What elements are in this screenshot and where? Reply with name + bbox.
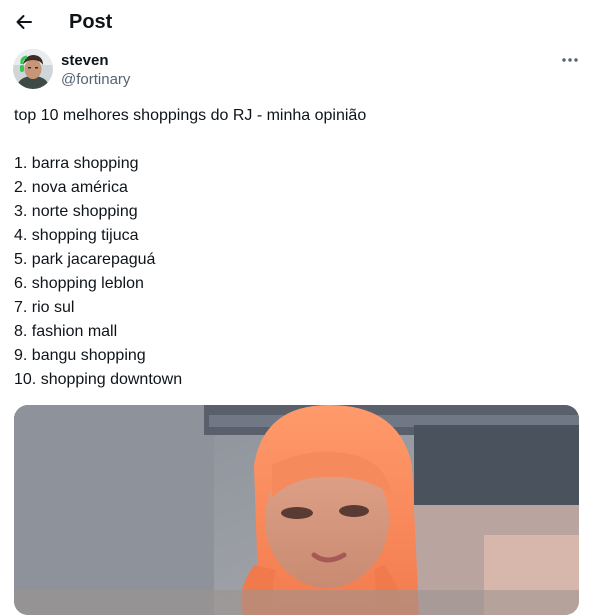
avatar-image (13, 49, 53, 89)
arrow-left-icon (16, 15, 32, 29)
media-gif[interactable] (14, 405, 579, 615)
list-item: 4. shopping tijuca (14, 227, 139, 244)
list-item: 6. shopping leblon (14, 275, 144, 292)
top-bar: Post (0, 0, 593, 44)
list-item: 8. fashion mall (14, 323, 118, 340)
list-item: 7. rio sul (14, 299, 75, 316)
more-horizontal-icon (562, 58, 578, 62)
avatar[interactable] (13, 49, 53, 89)
page-title: Post (69, 11, 113, 33)
list-item: 10. shopping downtown (14, 371, 183, 388)
list-item: 1. barra shopping (14, 155, 139, 172)
list-item: 3. norte shopping (14, 203, 138, 220)
user-handle[interactable]: @fortinary (61, 70, 130, 89)
back-button[interactable] (8, 6, 40, 38)
author-row: steven @fortinary (13, 49, 583, 93)
list-item: 2. nova américa (14, 179, 128, 196)
tweet-text: top 10 melhores shoppings do RJ - minha … (14, 104, 574, 392)
gif-image (14, 405, 579, 615)
display-name[interactable]: steven (61, 51, 109, 70)
list-item: 9. bangu shopping (14, 347, 146, 364)
list-item: 5. park jacarepaguá (14, 251, 156, 268)
more-options-button[interactable] (557, 49, 583, 71)
tweet-headline: top 10 melhores shoppings do RJ - minha … (14, 107, 367, 124)
